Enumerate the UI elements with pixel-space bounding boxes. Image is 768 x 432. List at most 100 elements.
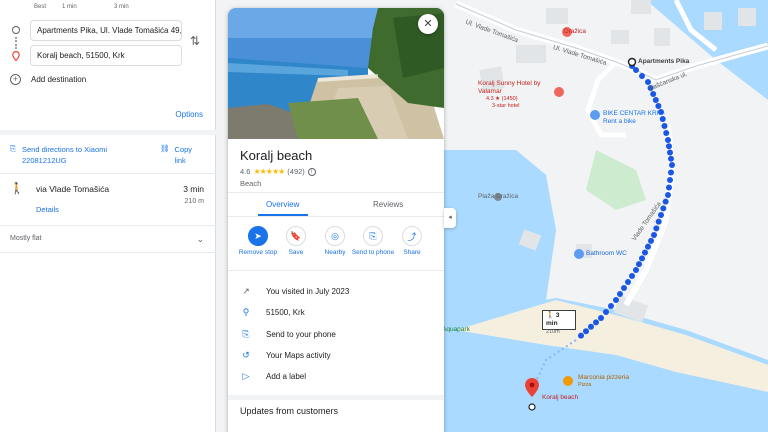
info-label[interactable]: ▷ Add a label — [240, 371, 307, 382]
info-visited[interactable]: ↗ You visited in July 2023 — [240, 286, 349, 297]
divider — [228, 192, 444, 193]
place-title: Koralj beach — [240, 148, 313, 163]
close-icon[interactable]: ✕ — [418, 14, 438, 34]
divider — [0, 252, 216, 253]
route-dot — [625, 279, 631, 285]
map-label-park[interactable]: Aquapark — [442, 326, 470, 333]
route-dot — [651, 232, 657, 238]
rating-row[interactable]: 4.6 ★★★★★ (492) i — [240, 167, 316, 176]
place-photo[interactable] — [228, 8, 444, 139]
copy-link-button[interactable]: ⛓ Copy link — [160, 144, 199, 166]
building — [516, 45, 546, 63]
route-dot — [639, 255, 645, 262]
walking-icon: 🚶 — [546, 312, 555, 319]
info-activity-text: Your Maps activity — [266, 351, 331, 360]
info-address[interactable]: ⚲ 51500, Krk — [240, 307, 305, 318]
map-label-pizzeria[interactable]: Marconia pizzeria — [578, 374, 629, 381]
rating-value: 4.6 — [240, 167, 251, 176]
reviews-count: (492) — [287, 167, 305, 176]
tab-reviews[interactable]: Reviews — [373, 200, 403, 209]
tab-overview[interactable]: Overview — [266, 200, 299, 209]
collapse-panel-button[interactable]: ◂ — [444, 208, 456, 228]
route-dot — [608, 303, 614, 309]
link-icon: ⛓ — [160, 144, 170, 153]
divider — [228, 395, 444, 400]
route-dot — [583, 328, 589, 335]
route-dot — [593, 319, 599, 326]
route-dot — [668, 169, 674, 176]
route-dot — [655, 103, 662, 109]
remove-stop-icon: ➤ — [248, 226, 268, 246]
location-pin-icon: ⚲ — [242, 307, 250, 317]
bike-pin-icon[interactable] — [590, 110, 600, 120]
map-label-drazica[interactable]: Dražica — [564, 28, 586, 35]
route-dot — [666, 184, 672, 191]
mode-walk-time[interactable]: 1 min — [62, 4, 77, 10]
building — [704, 12, 722, 30]
walking-icon: 🚶 — [10, 183, 24, 195]
route-dot — [665, 137, 671, 143]
walk-time-row: 🚶 3 min — [546, 312, 572, 328]
origin-marker-icon[interactable] — [627, 57, 637, 67]
info-send-phone-text: Send to your phone — [266, 330, 336, 339]
terrain-row[interactable]: Mostly flat ⌄ — [10, 234, 206, 244]
save-button[interactable]: 🔖 Save — [274, 226, 318, 256]
updates-heading: Updates from customers — [240, 406, 339, 416]
options-button[interactable]: Options — [175, 110, 203, 119]
label-icon: ▷ — [242, 371, 250, 381]
destination-input[interactable]: Koralj beach, 51500, Krk — [30, 45, 182, 66]
route-dot — [666, 143, 672, 150]
info-address-text: 51500, Krk — [266, 308, 305, 317]
map-label-hotel-class: 3-star hotel — [492, 103, 520, 109]
walk-time-badge[interactable]: 🚶 3 min 210m — [542, 310, 576, 335]
building — [546, 8, 568, 24]
map-label-hotel[interactable]: Koralj Sunny Hotel by Valamar — [478, 80, 558, 96]
map-label-bike[interactable]: BIKE CENTAR KRK - Rent a bike — [603, 110, 673, 126]
route-dot — [665, 192, 671, 198]
details-link[interactable]: Details — [36, 205, 59, 214]
map-label-apartments[interactable]: Apartments Pika — [638, 58, 689, 65]
send-directions-button[interactable]: ⎘ Send directions to Xiaomi 22081212UG — [10, 144, 132, 166]
route-dot — [578, 332, 584, 339]
route-dot — [642, 249, 648, 256]
map-label-beach-small[interactable]: Plaža Dražica — [478, 193, 518, 200]
route-dot — [662, 198, 669, 205]
map-label-bathroom[interactable]: Bathroom WC — [586, 250, 627, 257]
walk-distance: 210m — [546, 329, 560, 335]
add-destination-button[interactable]: + Add destination — [10, 74, 86, 85]
route-dot — [603, 309, 609, 315]
route-time: 3 min — [183, 184, 204, 194]
share-button[interactable]: ⤴ Share — [390, 226, 434, 256]
info-icon[interactable]: i — [307, 167, 316, 176]
chevron-down-icon: ⌄ — [196, 234, 204, 244]
send-to-phone-button[interactable]: ⎘ Send to phone — [351, 226, 395, 256]
origin-input[interactable]: Apartments Pika, Ul. Vlade Tomašića 49, — [30, 20, 182, 41]
info-activity[interactable]: ↺ Your Maps activity — [240, 350, 331, 361]
route-dot — [621, 285, 627, 291]
bathroom-pin-icon[interactable] — [574, 249, 584, 259]
mode-best-label[interactable]: Best — [34, 4, 46, 10]
map-label-hotel-rating: 4.3 ★ (1450) — [486, 96, 518, 102]
map-label-pizzeria-type: Pizza — [578, 382, 592, 388]
route-dot — [629, 273, 635, 279]
route-dot — [648, 237, 654, 244]
mode-other-time[interactable]: 3 min — [114, 4, 129, 10]
map-label-koralj[interactable]: Koralj beach — [542, 394, 578, 401]
route-via: via Vlade Tomašića — [36, 184, 110, 194]
send-to-phone-icon: ⎘ — [242, 329, 250, 339]
place-category[interactable]: Beach — [240, 179, 261, 188]
send-to-phone-label: Send to phone — [351, 249, 395, 256]
pizzeria-pin-icon[interactable] — [563, 376, 573, 386]
route-dot — [633, 267, 639, 273]
route-dot — [652, 97, 659, 103]
building — [611, 30, 629, 44]
destination-pin-icon — [12, 51, 20, 61]
share-icon: ⤴ — [402, 226, 422, 246]
info-send-phone[interactable]: ⎘ Send to your phone — [240, 329, 336, 340]
origin-circle-icon — [12, 26, 20, 34]
share-label: Share — [403, 249, 421, 256]
save-label: Save — [288, 249, 304, 256]
swap-icon[interactable]: ⇅ — [190, 34, 200, 48]
send-to-phone-icon: ⎘ — [363, 226, 383, 246]
nearby-icon: ◎ — [325, 226, 345, 246]
